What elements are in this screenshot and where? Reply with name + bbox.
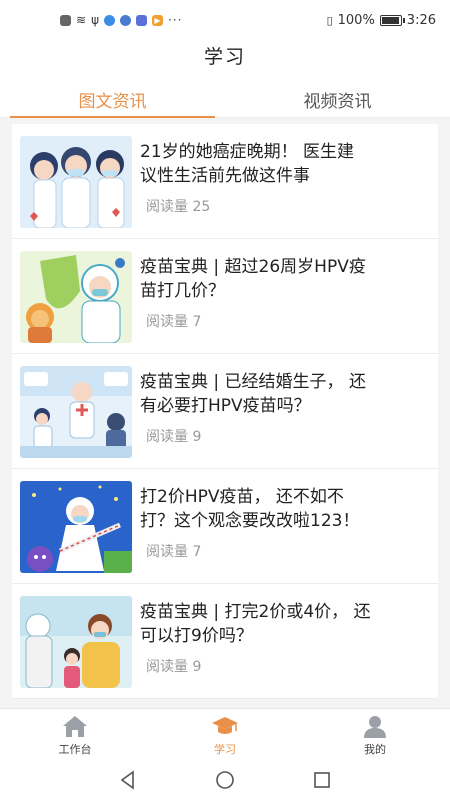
article-read-count: 阅读量 9 bbox=[146, 659, 202, 675]
article-title-line: 打？这个观念要改改啦123！ bbox=[140, 511, 360, 531]
article-read-count: 阅读量 25 bbox=[146, 199, 211, 215]
article-thumbnail bbox=[20, 596, 132, 688]
vaccination-illustration bbox=[20, 596, 132, 688]
article-read-count: 阅读量 9 bbox=[146, 429, 202, 445]
battery-icon bbox=[379, 14, 405, 26]
article-title-line: 有必要打HPV疫苗吗？ bbox=[140, 396, 311, 416]
app-icon bbox=[103, 14, 115, 26]
bottom-nav: 工作台 学习 我的 bbox=[0, 708, 450, 760]
article-title: 疫苗宝典 | 超过26周岁HPV疫 苗打几价？ bbox=[140, 255, 366, 303]
tab-bar: 图文资讯 视频资讯 bbox=[0, 82, 450, 118]
status-right: ▯ 100% 3:26 bbox=[327, 13, 436, 28]
article-body: 疫苗宝典 | 打完2价或4价， 还 可以打9价吗？ 阅读量 9 bbox=[140, 596, 371, 688]
vaccine-shield-illustration bbox=[20, 251, 132, 343]
list-item[interactable]: 疫苗宝典 | 打完2价或4价， 还 可以打9价吗？ 阅读量 9 bbox=[12, 584, 438, 699]
article-title: 疫苗宝典 | 已经结婚生子， 还 有必要打HPV疫苗吗？ bbox=[140, 370, 366, 418]
play-icon: ▶ bbox=[151, 14, 163, 26]
article-title-line: 疫苗宝典 | 打完2价或4价， 还 bbox=[140, 602, 371, 622]
user-icon bbox=[364, 715, 386, 738]
article-title-line: 议性生活前先做这件事 bbox=[140, 166, 310, 186]
article-thumbnail bbox=[20, 136, 132, 228]
nav-item-mine[interactable]: 我的 bbox=[300, 709, 450, 760]
article-body: 疫苗宝典 | 已经结婚生子， 还 有必要打HPV疫苗吗？ 阅读量 9 bbox=[140, 366, 366, 458]
app-icon bbox=[119, 14, 131, 26]
clock: 3:26 bbox=[406, 12, 436, 28]
article-body: 打2价HPV疫苗， 还不如不 打？这个观念要改改啦123！ 阅读量 7 bbox=[140, 481, 359, 573]
home-circle-icon[interactable] bbox=[214, 769, 236, 791]
nav-label: 工作台 bbox=[58, 742, 92, 756]
list-item[interactable]: 21岁的她癌症晚期！ 医生建 议性生活前先做这件事 阅读量 25 bbox=[12, 124, 438, 239]
article-title-line: 疫苗宝典 | 已经结婚生子， 还 bbox=[140, 372, 366, 392]
wifi-icon: ≋ bbox=[76, 13, 87, 27]
article-body: 21岁的她癌症晚期！ 医生建 议性生活前先做这件事 阅读量 25 bbox=[140, 136, 354, 228]
graduation-cap-icon bbox=[212, 716, 238, 734]
system-nav-bar bbox=[0, 760, 450, 800]
vibrate-icon: ▯ bbox=[326, 13, 333, 27]
article-title-line: 苗打几价？ bbox=[140, 281, 225, 301]
usb-icon: ψ bbox=[91, 13, 99, 27]
article-thumbnail bbox=[20, 481, 132, 573]
clinic-illustration bbox=[20, 366, 132, 458]
nav-label: 我的 bbox=[364, 742, 386, 756]
status-left: ≋ ψ ▶ ··· bbox=[60, 13, 182, 27]
page-title: 学习 bbox=[203, 45, 246, 68]
article-thumbnail bbox=[20, 251, 132, 343]
article-title-line: 可以打9价吗？ bbox=[140, 626, 253, 646]
article-title-line: 打2价HPV疫苗， 还不如不 bbox=[140, 487, 344, 507]
article-title-line: 21岁的她癌症晚期！ 医生建 bbox=[140, 142, 355, 162]
article-title: 21岁的她癌症晚期！ 医生建 议性生活前先做这件事 bbox=[140, 140, 354, 188]
back-icon[interactable] bbox=[117, 769, 139, 791]
page-header: 学习 bbox=[0, 40, 450, 70]
virus-fight-illustration bbox=[20, 481, 132, 573]
article-read-count: 阅读量 7 bbox=[146, 314, 202, 330]
article-title: 打2价HPV疫苗， 还不如不 打？这个观念要改改啦123！ bbox=[140, 485, 359, 533]
doctors-illustration bbox=[20, 136, 132, 228]
article-title-line: 疫苗宝典 | 超过26周岁HPV疫 bbox=[140, 257, 366, 277]
nav-label: 学习 bbox=[214, 742, 236, 756]
article-body: 疫苗宝典 | 超过26周岁HPV疫 苗打几价？ 阅读量 7 bbox=[140, 251, 366, 343]
recent-apps-icon[interactable] bbox=[311, 769, 333, 791]
status-bar: ≋ ψ ▶ ··· ▯ 100% 3:26 bbox=[0, 0, 450, 40]
tab-image-text-news[interactable]: 图文资讯 bbox=[0, 82, 225, 118]
home-icon bbox=[63, 715, 87, 737]
list-item[interactable]: 疫苗宝典 | 已经结婚生子， 还 有必要打HPV疫苗吗？ 阅读量 9 bbox=[12, 354, 438, 469]
article-title: 疫苗宝典 | 打完2价或4价， 还 可以打9价吗？ bbox=[140, 600, 371, 648]
list-item[interactable]: 疫苗宝典 | 超过26周岁HPV疫 苗打几价？ 阅读量 7 bbox=[12, 239, 438, 354]
list-item[interactable]: 打2价HPV疫苗， 还不如不 打？这个观念要改改啦123！ 阅读量 7 bbox=[12, 469, 438, 584]
nav-item-study[interactable]: 学习 bbox=[150, 709, 300, 760]
tab-video-news[interactable]: 视频资讯 bbox=[225, 82, 450, 117]
battery-percent: 100% bbox=[337, 12, 375, 28]
battery-fill bbox=[381, 16, 399, 24]
article-thumbnail bbox=[20, 366, 132, 458]
article-read-count: 阅读量 7 bbox=[146, 544, 202, 560]
app-icon bbox=[135, 14, 147, 26]
more-icon: ··· bbox=[167, 13, 183, 27]
article-list: 21岁的她癌症晚期！ 医生建 议性生活前先做这件事 阅读量 25 疫苗宝典 | … bbox=[0, 118, 450, 708]
notification-icon bbox=[60, 14, 71, 26]
nav-item-workbench[interactable]: 工作台 bbox=[0, 709, 150, 760]
